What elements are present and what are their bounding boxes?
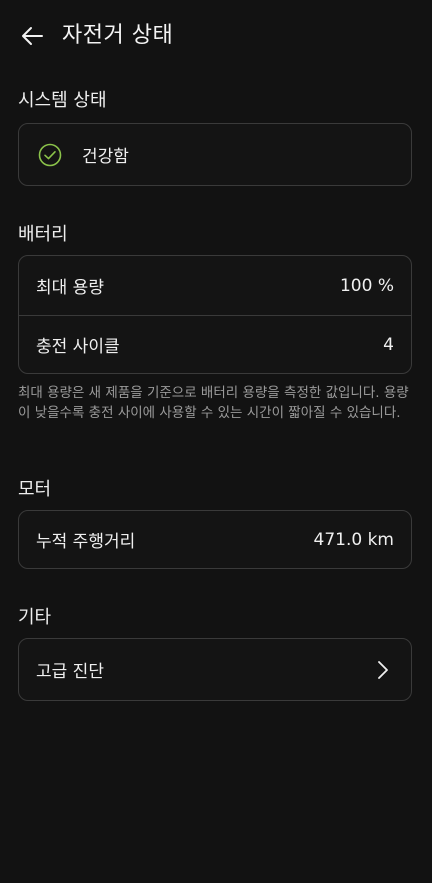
system-status-card: 건강함 <box>18 123 412 186</box>
max-capacity-label: 최대 용량 <box>36 278 104 298</box>
charge-cycles-label: 충전 사이클 <box>36 337 120 357</box>
advanced-diagnostics-card[interactable]: 고급 진단 <box>18 638 412 701</box>
battery-note: 최대 용량은 새 제품을 기준으로 배터리 용량을 측정한 값입니다. 용량이 … <box>18 385 409 421</box>
arrow-left-icon <box>22 27 43 45</box>
section-title-system: 시스템 상태 <box>18 90 107 111</box>
odometer-label: 누적 주행거리 <box>36 532 136 552</box>
section-title-motor: 모터 <box>18 479 52 500</box>
app-header: 자전거 상태 <box>0 0 432 72</box>
battery-card: 최대 용량 100 % 충전 사이클 4 <box>18 255 412 374</box>
section-title-other: 기타 <box>18 607 52 628</box>
charge-cycles-row: 충전 사이클 4 <box>19 316 411 373</box>
page-title: 자전거 상태 <box>62 23 174 48</box>
back-button[interactable] <box>14 20 50 52</box>
max-capacity-value: 100 % <box>339 275 394 296</box>
odometer-value: 471.0 km <box>313 529 394 550</box>
section-title-battery: 배터리 <box>18 224 68 245</box>
odometer-row: 누적 주행거리 471.0 km <box>19 511 411 568</box>
system-status-row: 건강함 <box>19 124 411 185</box>
max-capacity-row: 최대 용량 100 % <box>19 256 411 315</box>
advanced-diagnostics-label: 고급 진단 <box>36 662 104 682</box>
system-status-label: 건강함 <box>82 147 129 167</box>
chevron-right-icon <box>378 660 388 679</box>
advanced-diagnostics-row[interactable]: 고급 진단 <box>19 639 411 700</box>
check-circle-icon <box>38 143 62 166</box>
motor-card: 누적 주행거리 471.0 km <box>18 510 412 569</box>
charge-cycles-value: 4 <box>383 334 394 355</box>
